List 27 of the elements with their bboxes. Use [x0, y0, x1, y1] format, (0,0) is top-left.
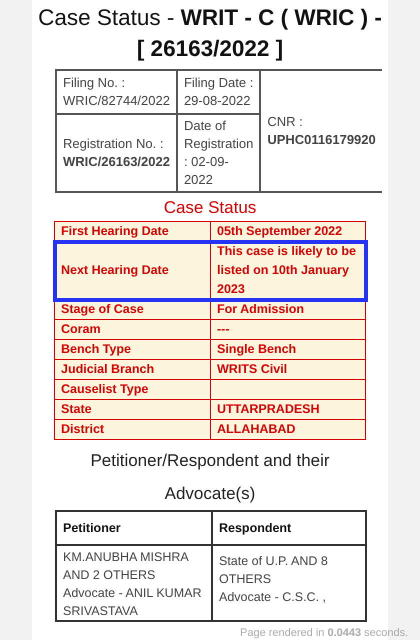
table-cell: ALLAHABAD	[210, 420, 366, 440]
table-cell: For Admission	[210, 300, 366, 320]
table-cell: CNR : UPHC0116179920	[260, 70, 382, 192]
render-time-note: Page rendered in 0.0443 seconds.	[240, 627, 408, 640]
table-cell: Coram	[54, 320, 210, 340]
table-cell: Bench Type	[54, 340, 210, 360]
table-cell: Stage of Case	[54, 300, 210, 320]
table-cell: Filing No. : WRIC/82744/2022	[56, 70, 177, 114]
table-cell: State of U.P. AND 8 OTHERS Advocate - C.S.C. ,	[212, 545, 366, 621]
table-cell: WRITS Civil	[210, 360, 366, 380]
table-cell: State	[54, 400, 210, 420]
table-cell: Filing Date : 29-08-2022	[176, 70, 260, 114]
section-heading: Petitioner/Respondent and their Advocate(s)	[89, 450, 331, 505]
table-cell: Single Bench	[210, 340, 366, 360]
table-cell: ---	[210, 320, 366, 340]
table-cell: District	[54, 420, 210, 440]
table-cell: 05th September 2022	[210, 222, 366, 242]
table-cell: Judicial Branch	[54, 360, 210, 380]
section-heading: Case Status	[162, 197, 258, 219]
table-cell: UTTARPRADESH	[210, 400, 366, 420]
column-header: Petitioner	[56, 511, 212, 545]
page-title: Case Status - WRIT - C ( WRIC ) - [ 26163/2022 ]	[37, 4, 383, 63]
table-cell: Causelist Type	[54, 380, 210, 400]
table-cell: KM.ANUBHA MISHRA AND 2 OTHERS Advocate - ANIL KUMAR SRIVASTAVA	[56, 545, 212, 621]
column-header: Respondent	[212, 511, 366, 545]
table-cell: First Hearing Date	[54, 222, 210, 242]
table-cell: Registration No. : WRIC/26163/2022	[56, 114, 177, 192]
